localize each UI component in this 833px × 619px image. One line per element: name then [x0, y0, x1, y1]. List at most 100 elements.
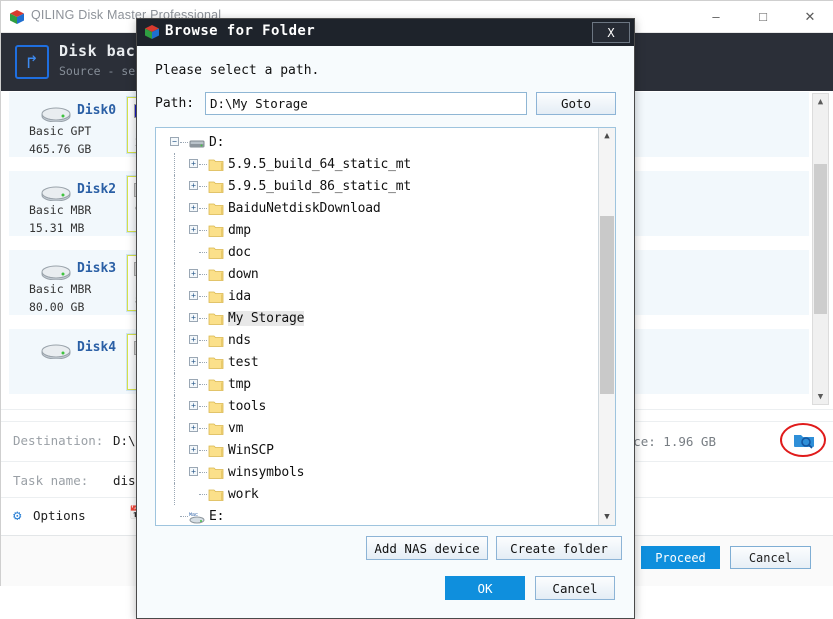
tree-connector — [199, 450, 207, 451]
tree-connector — [199, 494, 207, 495]
tree-item-label[interactable]: ida — [228, 289, 251, 304]
expand-icon[interactable]: + — [189, 269, 198, 278]
tree-item[interactable]: + My Storage — [156, 307, 599, 329]
ok-button[interactable]: OK — [445, 576, 525, 600]
tree-guide-line — [174, 439, 175, 461]
tree-connector — [180, 516, 188, 517]
expand-icon[interactable]: + — [189, 379, 198, 388]
tree-item[interactable]: Mac E: — [156, 505, 599, 525]
add-nas-device-button[interactable]: Add NAS device — [366, 536, 488, 560]
tree-item[interactable]: − D: — [156, 131, 599, 153]
tree-item[interactable]: doc — [156, 241, 599, 263]
app-cube-icon — [9, 9, 25, 25]
options-label[interactable]: Options — [33, 508, 86, 523]
disk-type: Basic MBR — [29, 203, 92, 217]
create-folder-button[interactable]: Create folder — [496, 536, 622, 560]
tree-item-label[interactable]: doc — [228, 245, 251, 260]
tree-item[interactable]: + vm — [156, 417, 599, 439]
tree-item[interactable]: + down — [156, 263, 599, 285]
tree-item[interactable]: + nds — [156, 329, 599, 351]
goto-button[interactable]: Goto — [536, 92, 616, 115]
tree-item-label[interactable]: WinSCP — [228, 443, 274, 458]
tree-item[interactable]: + test — [156, 351, 599, 373]
path-input[interactable] — [205, 92, 527, 115]
scrollbar-thumb[interactable] — [814, 164, 827, 314]
disk-name: Disk2 — [77, 182, 117, 197]
tree-item-label[interactable]: tmp — [228, 377, 251, 392]
tree-item[interactable]: +5.9.5_build_64_static_mt — [156, 153, 599, 175]
tree-scroll-up-icon[interactable]: ▲ — [599, 128, 615, 144]
expand-icon[interactable]: + — [189, 159, 198, 168]
dialog-title: Browse for Folder — [165, 23, 316, 39]
tree-guide-line — [174, 329, 175, 351]
tree-item[interactable]: + tools — [156, 395, 599, 417]
maximize-button[interactable]: □ — [740, 1, 786, 32]
expand-icon[interactable]: + — [189, 181, 198, 190]
tree-guide-line — [174, 241, 175, 263]
folder-search-icon[interactable] — [792, 429, 816, 451]
tree-item[interactable]: work — [156, 483, 599, 505]
tree-guide-line — [174, 373, 175, 395]
minimize-button[interactable]: – — [693, 1, 739, 32]
tree-item[interactable]: + tmp — [156, 373, 599, 395]
expand-icon[interactable]: + — [189, 423, 198, 432]
tree-connector — [199, 230, 207, 231]
folder-tree[interactable]: − D: +5.9.5_build_64_static_mt +5.9.5_build… — [155, 127, 616, 526]
expand-icon[interactable]: + — [189, 445, 198, 454]
tree-item-label[interactable]: vm — [228, 421, 243, 436]
backup-arrow-icon: ↱ — [15, 45, 49, 79]
folder-icon — [208, 333, 224, 347]
disk-name: Disk4 — [77, 340, 117, 355]
expand-icon[interactable]: + — [189, 335, 198, 344]
tree-scrollbar-thumb[interactable] — [600, 216, 614, 394]
tree-item-label[interactable]: D: — [209, 135, 224, 150]
tree-item-label[interactable]: nds — [228, 333, 251, 348]
folder-icon — [208, 157, 224, 171]
tree-item-label[interactable]: test — [228, 355, 259, 370]
tree-item[interactable]: + dmp — [156, 219, 599, 241]
collapse-icon[interactable]: − — [170, 137, 179, 146]
tree-connector — [199, 340, 207, 341]
scroll-up-icon[interactable]: ▲ — [813, 94, 828, 109]
dialog-close-button[interactable]: X — [592, 22, 630, 43]
tree-item[interactable]: + BaiduNetdiskDownload — [156, 197, 599, 219]
tree-connector — [199, 274, 207, 275]
tree-item[interactable]: +5.9.5_build_86_static_mt — [156, 175, 599, 197]
tree-item[interactable]: + ida — [156, 285, 599, 307]
dialog-cancel-button[interactable]: Cancel — [535, 576, 615, 600]
expand-icon[interactable]: + — [189, 291, 198, 300]
tree-scrollbar[interactable]: ▲ ▼ — [598, 128, 615, 525]
tree-connector — [199, 384, 207, 385]
task-name-label: Task name: — [13, 473, 89, 488]
tree-item-label[interactable]: 5.9.5_build_86_static_mt — [228, 179, 411, 194]
tree-item-label[interactable]: tools — [228, 399, 266, 414]
expand-icon[interactable]: + — [189, 225, 198, 234]
expand-icon[interactable]: + — [189, 467, 198, 476]
tree-item-label[interactable]: BaiduNetdiskDownload — [228, 201, 381, 216]
tree-scroll-down-icon[interactable]: ▼ — [599, 509, 615, 525]
tree-item[interactable]: + winsymbols — [156, 461, 599, 483]
proceed-button[interactable]: Proceed — [641, 546, 720, 569]
tree-item-label[interactable]: E: — [209, 509, 224, 524]
tree-connector — [199, 472, 207, 473]
tree-item-label[interactable]: My Storage — [228, 310, 304, 326]
expand-icon[interactable]: + — [189, 313, 198, 322]
tree-item-label[interactable]: dmp — [228, 223, 251, 238]
close-button[interactable]: ✕ — [787, 1, 833, 32]
expand-icon[interactable]: + — [189, 401, 198, 410]
tree-item[interactable]: + WinSCP — [156, 439, 599, 461]
tree-guide-line — [174, 219, 175, 241]
tree-item-label[interactable]: work — [228, 487, 259, 502]
tree-connector — [199, 296, 207, 297]
tree-item-label[interactable]: 5.9.5_build_64_static_mt — [228, 157, 411, 172]
tree-item-label[interactable]: winsymbols — [228, 465, 304, 480]
expand-icon[interactable]: + — [189, 357, 198, 366]
folder-icon — [208, 465, 224, 479]
cancel-button[interactable]: Cancel — [730, 546, 811, 569]
page-subtitle: Source - se — [59, 64, 136, 78]
scroll-down-icon[interactable]: ▼ — [813, 389, 828, 404]
disk-list-scrollbar[interactable]: ▲ ▼ — [812, 93, 829, 405]
tree-item-label[interactable]: down — [228, 267, 259, 282]
folder-icon — [208, 443, 224, 457]
expand-icon[interactable]: + — [189, 203, 198, 212]
